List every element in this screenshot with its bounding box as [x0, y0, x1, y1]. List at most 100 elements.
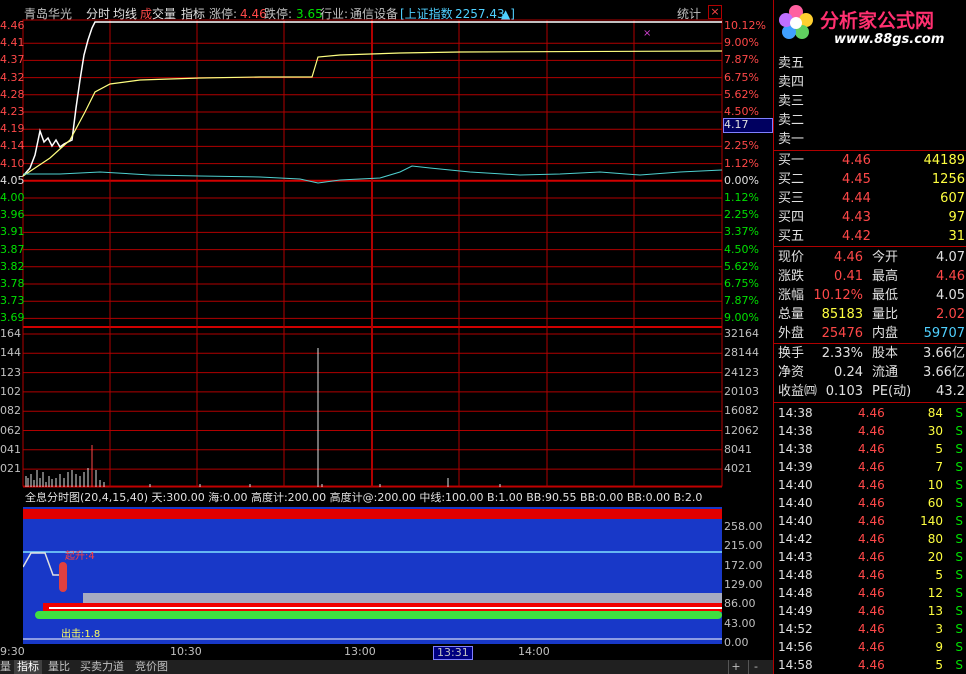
tick-side: S: [955, 460, 963, 474]
indicator-canvas: 起升:4 出击:1.8: [23, 509, 722, 640]
stats-value-2: 3.66亿: [923, 365, 965, 380]
tick-row: 14:40 4.46 140 S: [774, 512, 966, 530]
volume-axis-left-label: 062: [0, 423, 21, 437]
price-axis-right-label: 5.62%: [724, 87, 759, 101]
tab-auction-chart[interactable]: 竞价图: [135, 660, 168, 674]
stats-value: 2.33%: [821, 346, 863, 361]
tick-row: 14:43 4.46 20 S: [774, 548, 966, 566]
quote-value-2: 2.02: [936, 307, 965, 322]
volume-axis-right-label: 4021: [724, 462, 752, 476]
tick-row: 14:40 4.46 60 S: [774, 494, 966, 512]
tick-volume: 80: [927, 532, 943, 546]
price-axis-left-label: 3.82: [0, 259, 25, 273]
indicator-axis-label: 172.00: [724, 558, 763, 572]
tick-price: 4.46: [858, 550, 885, 564]
price-axis-right-label: 7.87%: [724, 294, 759, 308]
tick-time: 14:38: [778, 406, 813, 420]
buy-order-price: 4.42: [842, 229, 871, 244]
buy-order-label: 买五: [778, 229, 805, 244]
buy-order-volume: 1256: [931, 172, 965, 187]
tick-side: S: [955, 622, 963, 636]
zoom-out-button[interactable]: -: [748, 660, 763, 674]
stats-value-2: 43.2: [936, 384, 965, 399]
tick-volume: 20: [927, 550, 943, 564]
tab-buy-sell-force[interactable]: 买卖力道: [80, 660, 124, 674]
time-axis-label: 14:00: [518, 645, 550, 658]
zoom-in-button[interactable]: +: [728, 660, 743, 674]
price-axis-right-label: 9.00%: [724, 36, 759, 50]
sell-order-label: 卖三: [778, 94, 805, 109]
tick-time: 14:39: [778, 460, 813, 474]
volume-axis-right-label: 12062: [724, 423, 759, 437]
sell-order-row: 卖五: [774, 54, 966, 73]
price-axis-left-label: 4.14: [0, 139, 25, 153]
volume-axis-right-label: 28144: [724, 346, 759, 360]
tick-row: 14:40 4.46 10 S: [774, 476, 966, 494]
tick-row: 14:56 4.46 9 S: [774, 638, 966, 656]
tick-side: S: [955, 442, 963, 456]
price-axis-right-label: 1.12%: [724, 156, 759, 170]
buy-order-price: 4.43: [842, 210, 871, 225]
tick-price: 4.46: [858, 622, 885, 636]
tick-volume: 3: [935, 622, 943, 636]
tab-volume-ratio[interactable]: 量比: [48, 660, 70, 674]
indicator-green-band: [35, 611, 722, 619]
price-axis-right-label: 6.75%: [724, 277, 759, 290]
price-axis-left-label: 4.19: [0, 122, 25, 136]
tick-side: S: [955, 568, 963, 582]
sell-order-row: 卖四: [774, 73, 966, 92]
indicator-axis-label: 129.00: [724, 577, 763, 591]
tick-time: 14:43: [778, 550, 813, 564]
indicator-axis-label: 43.00: [724, 616, 756, 630]
stats-row: 净资 0.24 流通 3.66亿: [774, 363, 966, 382]
price-axis-right-label: 2.25%: [724, 208, 759, 222]
tick-side: S: [955, 658, 963, 672]
quote-row: 总量 85183 量比 2.02: [774, 305, 966, 324]
price-axis-left-label: 4.28: [0, 87, 25, 101]
tick-price: 4.46: [858, 406, 885, 420]
buy-order-label: 买三: [778, 191, 805, 206]
volume-axis-left-label: 102: [0, 384, 21, 398]
tick-volume: 30: [927, 424, 943, 438]
tick-time: 14:48: [778, 568, 813, 582]
cursor-price: 4.17: [723, 118, 773, 133]
tick-row: 14:42 4.46 80 S: [774, 530, 966, 548]
buy-order-label: 买四: [778, 210, 805, 225]
buy-order-label: 买一: [778, 153, 805, 168]
sell-order-row: 卖二: [774, 111, 966, 130]
tick-volume: 60: [927, 496, 943, 510]
stats-label-2: 流通: [872, 365, 899, 380]
tab-volume-bottom[interactable]: 量: [0, 660, 11, 674]
stats-row: 收益㈣ 0.103 PE(动) 43.2: [774, 382, 966, 401]
tick-row: 14:58 4.46 5 S: [774, 656, 966, 674]
tick-row: 14:49 4.46 13 S: [774, 602, 966, 620]
tick-time: 14:58: [778, 658, 813, 672]
tick-side: S: [955, 586, 963, 600]
time-axis-label: 9:30: [0, 645, 25, 658]
tick-side: S: [955, 532, 963, 546]
tick-side: S: [955, 514, 963, 528]
price-axis-left-label: 3.73: [0, 294, 25, 308]
price-axis-left-label: 4.46: [0, 19, 25, 32]
price-axis-right-label: 6.75%: [724, 70, 759, 84]
tick-price: 4.46: [858, 658, 885, 672]
sell-order-label: 卖五: [778, 56, 805, 71]
quote-value-2: 4.46: [936, 269, 965, 284]
buy-order-volume: 97: [948, 210, 965, 225]
tick-row: 14:38 4.46 84 S: [774, 404, 966, 422]
quote-label-2: 最低: [872, 288, 899, 303]
indicator-curve-left: [23, 552, 59, 576]
volume-axis-left-label: 123: [0, 365, 21, 379]
buy-order-row: 买一 4.46 44189: [774, 151, 966, 170]
tick-volume: 13: [927, 604, 943, 618]
price-axis-right-label: 4.50%: [724, 242, 759, 256]
volume-axis-left-label: 144: [0, 346, 21, 360]
tab-indicator-bottom[interactable]: 指标: [14, 660, 42, 674]
time-axis-label: 10:30: [170, 645, 202, 658]
intraday-chart-area[interactable]: 青岛华光 分时 均线 成 交量 指标 涨停: 4.46 跌停: 3.65 行业:…: [0, 0, 773, 674]
indicator-axis-label: 258.00: [724, 520, 763, 533]
volume-axis-right-label: 24123: [724, 365, 759, 379]
price-axis-right-label: 9.00%: [724, 311, 759, 325]
price-axis-left-label: 3.69: [0, 311, 25, 325]
price-axis-right-label: 1.12%: [724, 191, 759, 204]
